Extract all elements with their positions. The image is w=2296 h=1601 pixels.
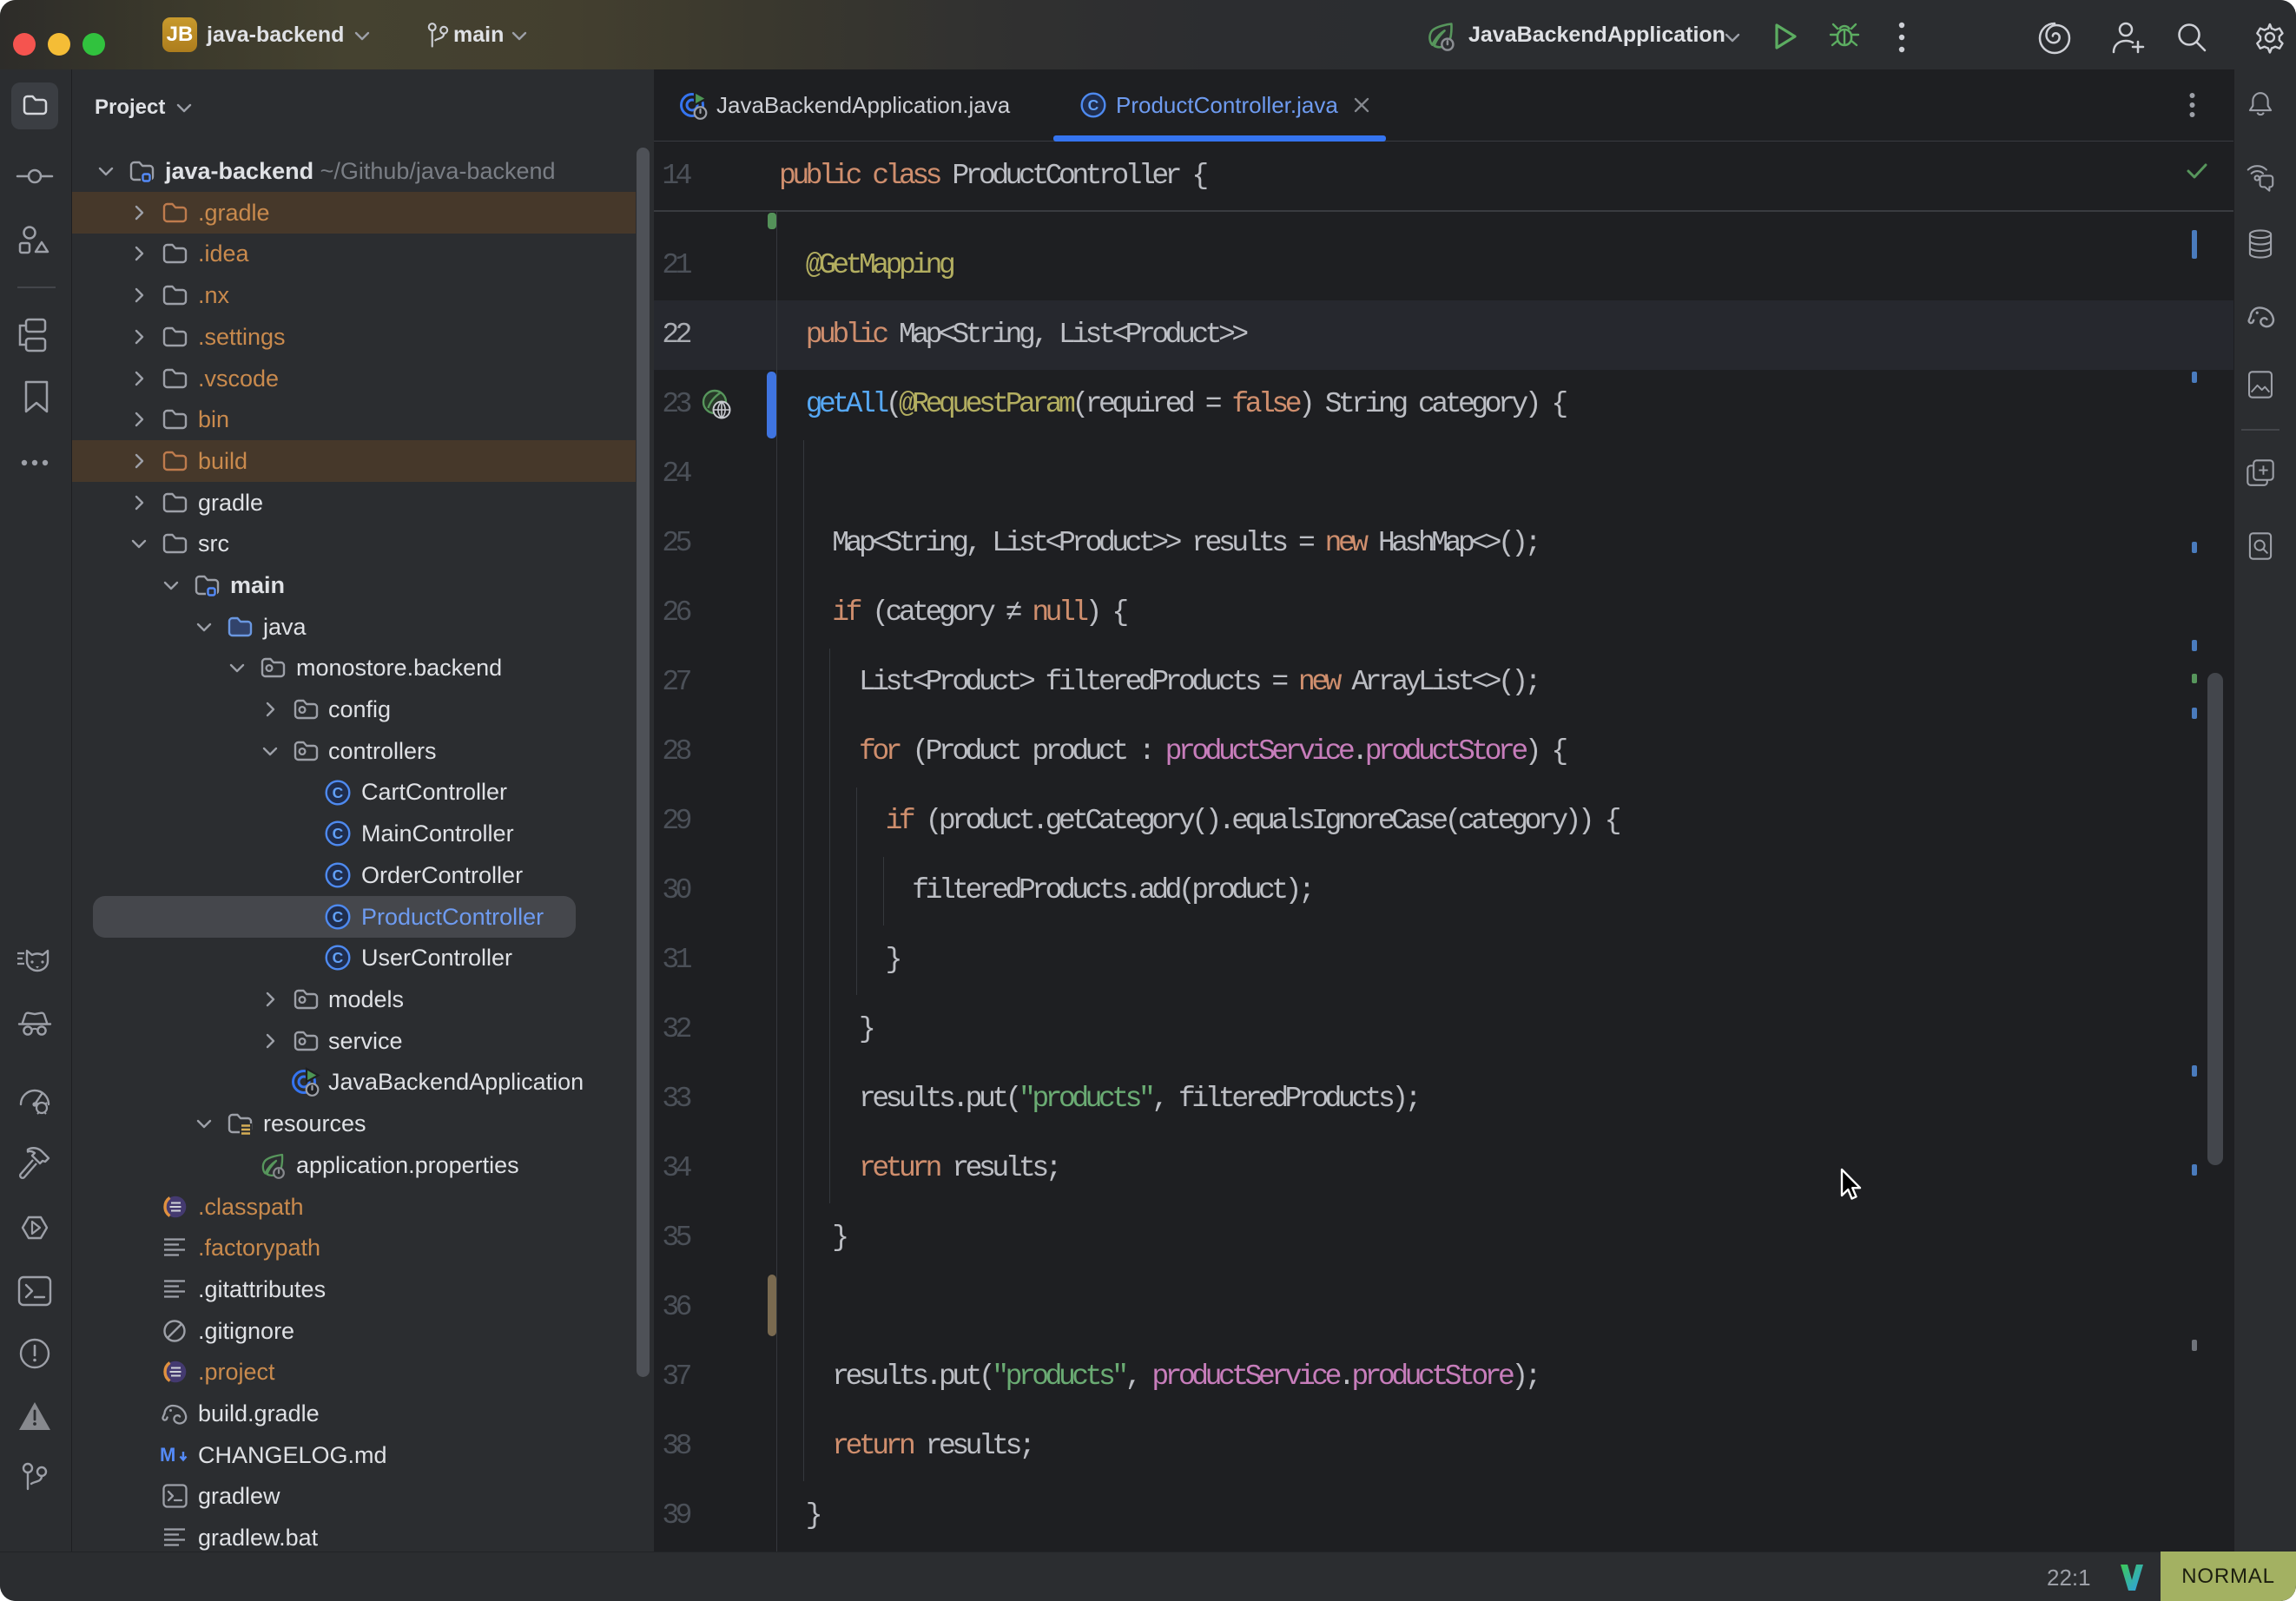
svg-text:C: C <box>333 825 344 842</box>
svg-text:C: C <box>333 784 344 801</box>
svg-text:M: M <box>160 1445 175 1466</box>
svg-text:C: C <box>1088 96 1099 114</box>
svg-text:C: C <box>333 866 344 884</box>
svg-text:C: C <box>333 908 344 926</box>
svg-text:C: C <box>333 949 344 966</box>
